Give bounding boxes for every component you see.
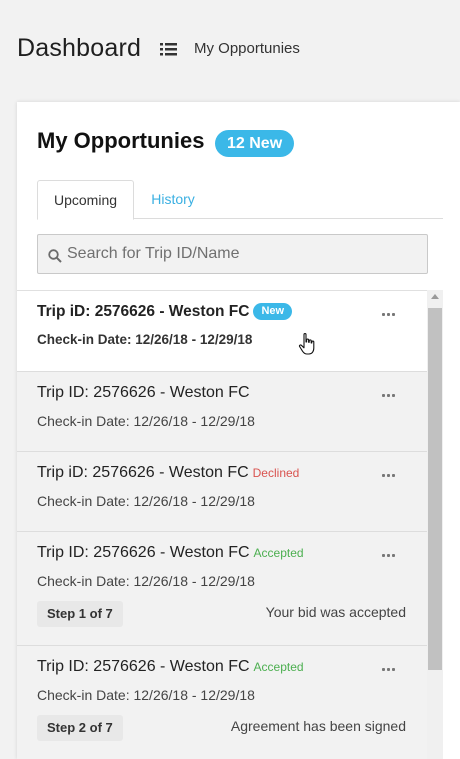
trip-item[interactable]: Trip ID: 2576626 - Weston FC Accepted Che… [17, 646, 427, 759]
opportunities-card: My Opportunies 12 New Upcoming History T… [17, 102, 460, 759]
card-title: My Opportunies [37, 128, 205, 153]
trip-title: Trip iD: 2576626 - Weston FC [37, 464, 249, 481]
status-note: Agreement has been signed [230, 718, 406, 734]
trip-item[interactable]: Trip iD: 2576626 - Weston FC New Check-in… [17, 291, 427, 372]
trip-title-row: Trip ID: 2576626 - Weston FC Accepted [37, 658, 304, 676]
status-declined: Declined [252, 466, 300, 480]
top-bar: Dashboard My Opportunies [0, 0, 460, 100]
hand-pointer-icon [298, 332, 315, 355]
step-badge: Step 1 of 7 [37, 601, 123, 627]
trip-item[interactable]: Trip ID: 2576626 - Weston FC Accepted Che… [17, 532, 427, 646]
trip-title: Trip ID: 2576626 - Weston FC [37, 384, 250, 401]
trip-title: Trip ID: 2576626 - Weston FC [37, 544, 250, 561]
checkin-date: Check-in Date: 12/26/18 - 12/29/18 [37, 687, 255, 703]
status-note: Your bid was accepted [265, 604, 406, 620]
trip-title-row: Trip iD: 2576626 - Weston FC Declined [37, 464, 299, 482]
scroll-up-arrow-icon[interactable] [431, 294, 439, 299]
list-icon[interactable] [160, 41, 178, 57]
trip-title-row: Trip ID: 2576626 - Weston FC Accepted [37, 544, 304, 562]
trip-item[interactable]: Trip ID: 2576626 - Weston FC Check-in Da… [17, 372, 427, 452]
search-input[interactable] [67, 235, 422, 273]
tab-bar: Upcoming History [37, 180, 443, 220]
status-accepted: Accepted [253, 660, 304, 674]
new-badge: New [253, 303, 293, 320]
checkin-date: Check-in Date: 12/26/18 - 12/29/18 [37, 332, 253, 347]
page-title: Dashboard [17, 34, 142, 62]
checkin-date: Check-in Date: 12/26/18 - 12/29/18 [37, 413, 255, 429]
search-box[interactable] [37, 234, 428, 274]
trip-list: Trip iD: 2576626 - Weston FC New Check-in… [17, 290, 427, 759]
scroll-thumb[interactable] [428, 308, 442, 670]
trip-title-row: Trip iD: 2576626 - Weston FC New [37, 303, 293, 321]
new-count-badge: 12 New [215, 130, 295, 157]
checkin-date: Check-in Date: 12/26/18 - 12/29/18 [37, 573, 255, 589]
trip-title: Trip ID: 2576626 - Weston FC [37, 658, 250, 675]
status-accepted: Accepted [253, 546, 304, 560]
list-scrollbar[interactable] [427, 290, 443, 759]
step-badge: Step 2 of 7 [37, 715, 123, 741]
trip-title: Trip iD: 2576626 - Weston FC [37, 303, 250, 320]
more-options-icon[interactable] [381, 307, 397, 321]
checkin-date: Check-in Date: 12/26/18 - 12/29/18 [37, 493, 255, 509]
more-options-icon[interactable] [381, 468, 397, 482]
search-icon [48, 249, 62, 263]
breadcrumb[interactable]: My Opportunies [194, 40, 300, 57]
more-options-icon[interactable] [381, 548, 397, 562]
more-options-icon[interactable] [381, 388, 397, 402]
more-options-icon[interactable] [381, 662, 397, 676]
tab-history[interactable]: History [141, 180, 205, 219]
tab-upcoming[interactable]: Upcoming [37, 180, 134, 220]
trip-item[interactable]: Trip iD: 2576626 - Weston FC Declined Che… [17, 452, 427, 532]
